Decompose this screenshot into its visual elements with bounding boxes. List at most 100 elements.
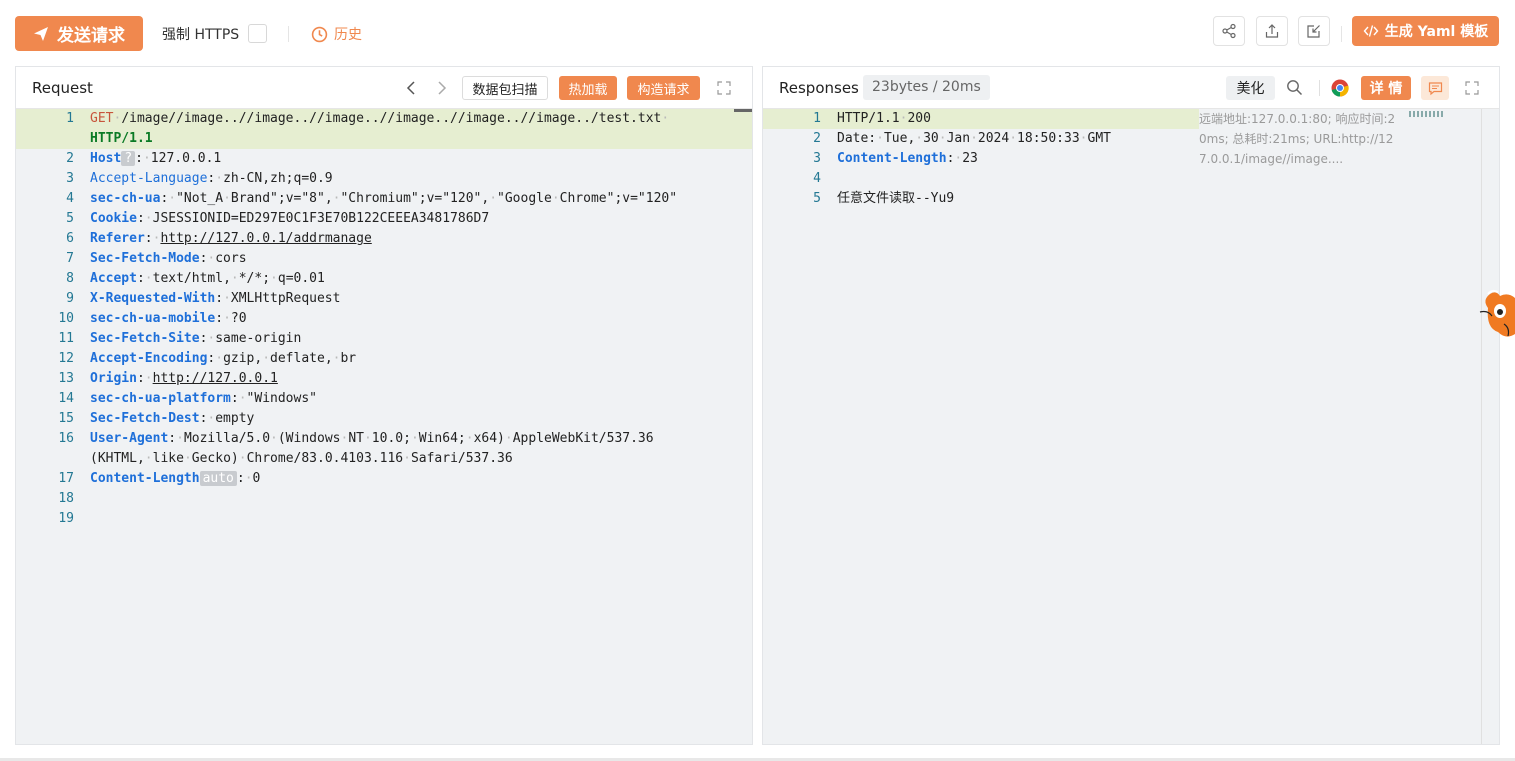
share-button[interactable] <box>1213 16 1245 46</box>
code-line: 6 Referer:·http://127.0.0.1/addrmanage <box>16 229 752 249</box>
line-number: 13 <box>58 371 74 386</box>
code-line: 10 sec-ch-ua-mobile:·?0 <box>16 309 752 329</box>
whitespace-marker: · <box>363 431 372 446</box>
whitespace-marker: · <box>1009 131 1018 146</box>
header-key: Sec-Fetch-Dest <box>90 411 200 426</box>
whitespace-marker: · <box>551 191 560 206</box>
line-content: sec-ch-ua-platform:·"Windows" <box>90 391 317 406</box>
top-toolbar: 发送请求 强制 HTTPS 历史 生成 Yaml 模板 <box>0 0 1515 66</box>
editor-scrollbar-track <box>1481 109 1482 744</box>
header-value-continued: (KHTML,·like·Gecko)·Chrome/83.0.4103.116… <box>90 451 513 466</box>
line-number: 2 <box>813 131 821 146</box>
hot-load-button[interactable]: 热加载 <box>559 76 617 100</box>
header-value: gzip,·deflate,·br <box>223 351 357 366</box>
header-key: Accept-Encoding <box>90 351 208 366</box>
header-key: sec-ch-ua-platform <box>90 391 231 406</box>
line-number: 16 <box>58 431 74 446</box>
line-number: 19 <box>58 511 74 526</box>
details-button[interactable]: 详 情 <box>1361 76 1411 100</box>
whitespace-marker: · <box>938 131 947 146</box>
header-key: Origin <box>90 371 137 386</box>
force-https-label: 强制 HTTPS <box>162 27 240 43</box>
import-button[interactable] <box>1298 16 1330 46</box>
response-text: Date:·Tue,·30·Jan·2024·18:50:33·GMT <box>837 131 1111 146</box>
line-content: Accept-Encoding:·gzip,·deflate,·br <box>90 351 357 366</box>
whitespace-marker: · <box>144 211 153 226</box>
whitespace-marker: · <box>332 351 341 366</box>
mascot-icon[interactable] <box>1478 288 1515 344</box>
header-key: User-Agent <box>90 431 169 446</box>
response-info-line: 7.0.0.1/image//image.... <box>1199 152 1344 166</box>
line-number: 4 <box>66 191 74 206</box>
packet-scan-button[interactable]: 数据包扫描 <box>462 76 548 100</box>
line-number: 18 <box>58 491 74 506</box>
whitespace-marker: · <box>970 131 978 146</box>
header-badge: auto <box>199 471 237 486</box>
chrome-icon[interactable] <box>1331 79 1349 97</box>
upload-icon <box>1265 24 1279 38</box>
whitespace-marker: · <box>489 191 498 206</box>
line-content: sec-ch-ua-mobile:·?0 <box>90 311 247 326</box>
comment-button[interactable] <box>1421 76 1449 100</box>
header-value: "Windows" <box>246 391 317 406</box>
chevron-right-icon[interactable] <box>434 80 448 96</box>
response-panel-header: Responses 23bytes / 20ms 美化 详 情 <box>763 67 1499 109</box>
code-line: 14 sec-ch-ua-platform:·"Windows" <box>16 389 752 409</box>
line-number: 9 <box>66 291 74 306</box>
response-info: 远端地址:127.0.0.1:80; 响应时间:2 0ms; 总耗时:21ms;… <box>1199 109 1399 169</box>
header-key: Cookie <box>90 211 137 226</box>
line-content: GET ·/image//image..//image..//image..//i… <box>90 109 669 129</box>
line-content: Origin:·http://127.0.0.1 <box>90 371 278 386</box>
line-number: 14 <box>58 391 74 406</box>
generate-yaml-button[interactable]: 生成 Yaml 模板 <box>1352 16 1499 46</box>
search-icon[interactable] <box>1286 79 1303 96</box>
header-value: 0 <box>252 471 261 486</box>
history-button[interactable]: 历史 <box>311 24 362 44</box>
code-line: 18 <box>16 489 752 509</box>
request-path: /image//image..//image..//image..//image… <box>121 111 662 126</box>
request-editor[interactable]: 1 GET · /image//image..//image..//image..//… <box>16 109 752 744</box>
code-line: 4 sec-ch-ua:·"Not_A·Brand";v="8",·"Chromi… <box>16 189 752 209</box>
fullscreen-icon[interactable] <box>1465 81 1479 95</box>
code-line: 11 Sec-Fetch-Site:·same-origin <box>16 329 752 349</box>
code-line: 1 GET ·/image//image..//image..//image..//… <box>16 109 752 129</box>
response-title: Responses <box>779 79 859 97</box>
build-request-button[interactable]: 构造请求 <box>627 76 700 100</box>
code-line: 13 Origin:·http://127.0.0.1 <box>16 369 752 389</box>
comment-icon <box>1428 81 1442 95</box>
request-title: Request <box>32 79 93 97</box>
code-line: 4 <box>763 169 1499 189</box>
divider <box>288 26 289 42</box>
whitespace-marker: · <box>403 451 411 466</box>
fullscreen-icon[interactable] <box>717 81 731 95</box>
code-line: 1 HTTP/1.1·200 <box>763 109 1199 129</box>
export-button[interactable] <box>1256 16 1288 46</box>
line-number: 7 <box>66 251 74 266</box>
line-number: 5 <box>66 211 74 226</box>
header-value: 127.0.0.1 <box>150 151 222 166</box>
force-https-checkbox[interactable] <box>248 24 267 43</box>
line-content: sec-ch-ua:·"Not_A·Brand";v="8",·"Chromiu… <box>90 191 678 206</box>
line-number: 6 <box>66 231 74 246</box>
line-number: 4 <box>813 171 821 186</box>
header-value: text/html,·*/*;·q=0.01 <box>152 271 325 286</box>
line-number: 15 <box>58 411 74 426</box>
send-request-button[interactable]: 发送请求 <box>15 16 143 51</box>
line-content: Host?:·127.0.0.1 <box>90 151 222 166</box>
code-line: 17 Content-Length auto:·0 <box>16 469 752 489</box>
response-viewer[interactable]: 1 HTTP/1.1·200 2 Date:·Tue,·30·Jan·2024·18:… <box>763 109 1499 744</box>
line-content: Content-Length auto:·0 <box>90 471 261 486</box>
line-number: 17 <box>58 471 74 486</box>
chevron-left-icon[interactable] <box>405 80 419 96</box>
whitespace-marker: · <box>238 391 247 406</box>
header-key: sec-ch-ua <box>90 191 161 206</box>
header-value: http://127.0.0.1 <box>152 371 278 386</box>
beautify-button[interactable]: 美化 <box>1226 76 1275 100</box>
line-content: Sec-Fetch-Site:·same-origin <box>90 331 302 346</box>
edit-import-icon <box>1307 25 1320 38</box>
header-value: ?0 <box>230 311 247 326</box>
header-value: zh-CN,zh;q=0.9 <box>223 171 333 186</box>
code-line: 9 X-Requested-With:·XMLHttpRequest <box>16 289 752 309</box>
line-content: HTTP/1.1·200 <box>837 109 931 129</box>
send-icon <box>34 26 48 41</box>
